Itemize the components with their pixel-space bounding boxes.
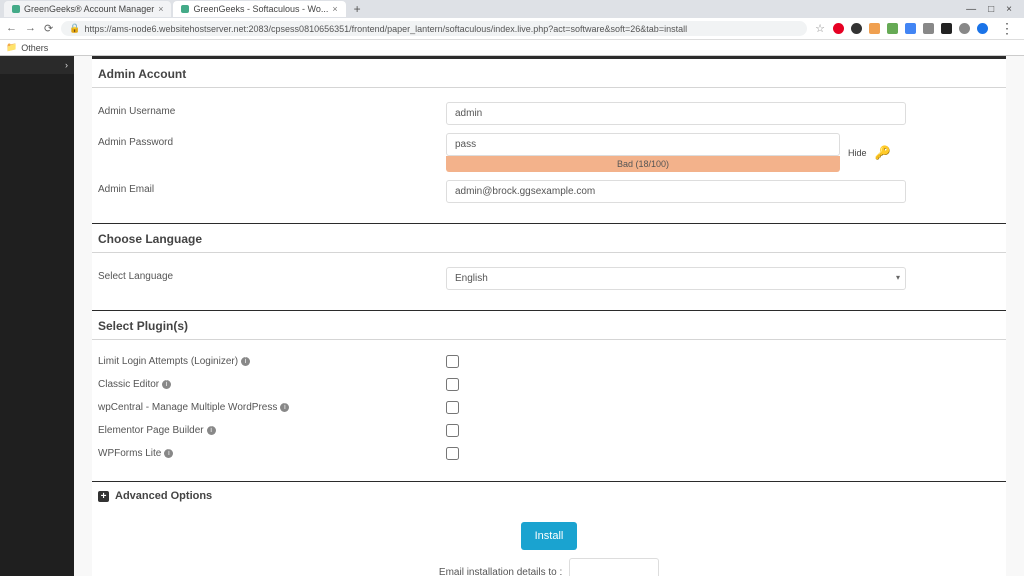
window-controls: — □ × — [966, 4, 1020, 15]
extension-icon[interactable] — [923, 23, 934, 34]
forward-icon[interactable]: → — [25, 22, 36, 35]
new-tab-button[interactable]: + — [348, 2, 367, 16]
lock-icon: 🔒 — [69, 23, 80, 34]
extension-icon[interactable] — [887, 23, 898, 34]
left-sidebar: › — [0, 56, 74, 576]
label-admin-username: Admin Username — [98, 102, 438, 117]
profile-icon[interactable] — [977, 23, 988, 34]
divider — [92, 252, 1006, 253]
plugin-checkbox[interactable] — [446, 355, 459, 368]
extension-icon[interactable] — [851, 23, 862, 34]
admin-email-input[interactable] — [446, 180, 906, 203]
plugin-checkbox[interactable] — [446, 378, 459, 391]
email-install-input[interactable] — [569, 558, 659, 576]
hide-password-toggle[interactable]: Hide — [848, 148, 867, 158]
bookmark-label: Others — [21, 43, 48, 53]
menu-dots-icon[interactable]: ⋮ — [996, 20, 1018, 37]
admin-username-input[interactable] — [446, 102, 906, 125]
tab-label: GreenGeeks® Account Manager — [24, 4, 154, 14]
tab-label: GreenGeeks - Softaculous - Wo... — [193, 4, 328, 14]
generate-password-icon[interactable]: 🔑 — [875, 145, 891, 161]
star-icon[interactable]: ☆ — [815, 22, 825, 35]
plugin-label: wpCentral - Manage Multiple WordPress — [98, 402, 277, 413]
plugin-label: WPForms Lite — [98, 448, 161, 459]
plugin-row: wpCentral - Manage Multiple WordPress i — [92, 396, 1006, 419]
close-window-icon[interactable]: × — [1006, 4, 1012, 15]
back-icon[interactable]: ← — [6, 22, 17, 35]
section-title-language: Choose Language — [92, 232, 1006, 246]
close-icon[interactable]: × — [332, 4, 337, 14]
plugin-checkbox[interactable] — [446, 447, 459, 460]
plugin-row: WPForms Lite i — [92, 442, 1006, 465]
reload-icon[interactable]: ⟳ — [44, 22, 53, 35]
info-icon[interactable]: i — [207, 426, 216, 435]
bookmark-folder-others[interactable]: 📁 Others — [6, 42, 48, 53]
divider — [92, 87, 1006, 88]
plugin-label: Elementor Page Builder — [98, 425, 204, 436]
url-text: https://ams-node6.websitehostserver.net:… — [84, 24, 687, 34]
plugin-checkbox[interactable] — [446, 424, 459, 437]
plugin-checkbox[interactable] — [446, 401, 459, 414]
pinterest-icon[interactable] — [833, 23, 844, 34]
info-icon[interactable]: i — [164, 449, 173, 458]
sidebar-item[interactable]: › — [0, 56, 74, 74]
section-title-plugins: Select Plugin(s) — [92, 319, 1006, 333]
label-select-language: Select Language — [98, 267, 438, 282]
plugin-label: Limit Login Attempts (Loginizer) — [98, 356, 238, 367]
favicon-icon — [12, 5, 20, 13]
panel-admin-account: Admin Account Admin Username Admin Passw… — [92, 56, 1006, 223]
browser-tab[interactable]: GreenGeeks® Account Manager × — [4, 1, 171, 17]
plugin-row: Elementor Page Builder i — [92, 419, 1006, 442]
plugin-label: Classic Editor — [98, 379, 159, 390]
url-box[interactable]: 🔒 https://ams-node6.websitehostserver.ne… — [61, 21, 807, 36]
favicon-icon — [181, 5, 189, 13]
email-install-label: Email installation details to : — [439, 567, 562, 576]
browser-tab[interactable]: GreenGeeks - Softaculous - Wo... × — [173, 1, 345, 17]
panel-language: Choose Language Select Language English … — [92, 223, 1006, 310]
plus-icon: + — [98, 491, 109, 502]
advanced-options-toggle[interactable]: + Advanced Options — [92, 490, 1006, 502]
extension-icon[interactable] — [869, 23, 880, 34]
install-button[interactable]: Install — [521, 522, 578, 550]
language-select[interactable]: English — [446, 267, 906, 290]
address-bar: ← → ⟳ 🔒 https://ams-node6.websitehostser… — [0, 18, 1024, 40]
plugin-row: Classic Editor i — [92, 373, 1006, 396]
label-admin-password: Admin Password — [98, 133, 438, 148]
main-content: Admin Account Admin Username Admin Passw… — [74, 56, 1024, 576]
tab-bar: GreenGeeks® Account Manager × GreenGeeks… — [0, 0, 1024, 18]
panel-plugins: Select Plugin(s) Limit Login Attempts (L… — [92, 310, 1006, 481]
info-icon[interactable]: i — [280, 403, 289, 412]
section-title-admin: Admin Account — [92, 67, 1006, 81]
plugin-row: Limit Login Attempts (Loginizer) i — [92, 350, 1006, 373]
panel-advanced: + Advanced Options Install Email install… — [92, 481, 1006, 576]
divider — [92, 339, 1006, 340]
extension-icon[interactable] — [941, 23, 952, 34]
bookmark-bar: 📁 Others — [0, 40, 1024, 56]
chevron-right-icon: › — [65, 60, 68, 70]
label-admin-email: Admin Email — [98, 180, 438, 195]
admin-password-input[interactable] — [446, 133, 840, 156]
extension-icon[interactable] — [959, 23, 970, 34]
email-install-row: Email installation details to : — [92, 558, 1006, 576]
info-icon[interactable]: i — [241, 357, 250, 366]
maximize-icon[interactable]: □ — [988, 4, 994, 15]
advanced-label: Advanced Options — [115, 490, 212, 502]
folder-icon: 📁 — [6, 42, 17, 53]
minimize-icon[interactable]: — — [966, 4, 976, 15]
extension-icon[interactable] — [905, 23, 916, 34]
close-icon[interactable]: × — [158, 4, 163, 14]
password-strength-bar: Bad (18/100) — [446, 156, 840, 172]
extension-icons — [833, 23, 988, 34]
info-icon[interactable]: i — [162, 380, 171, 389]
